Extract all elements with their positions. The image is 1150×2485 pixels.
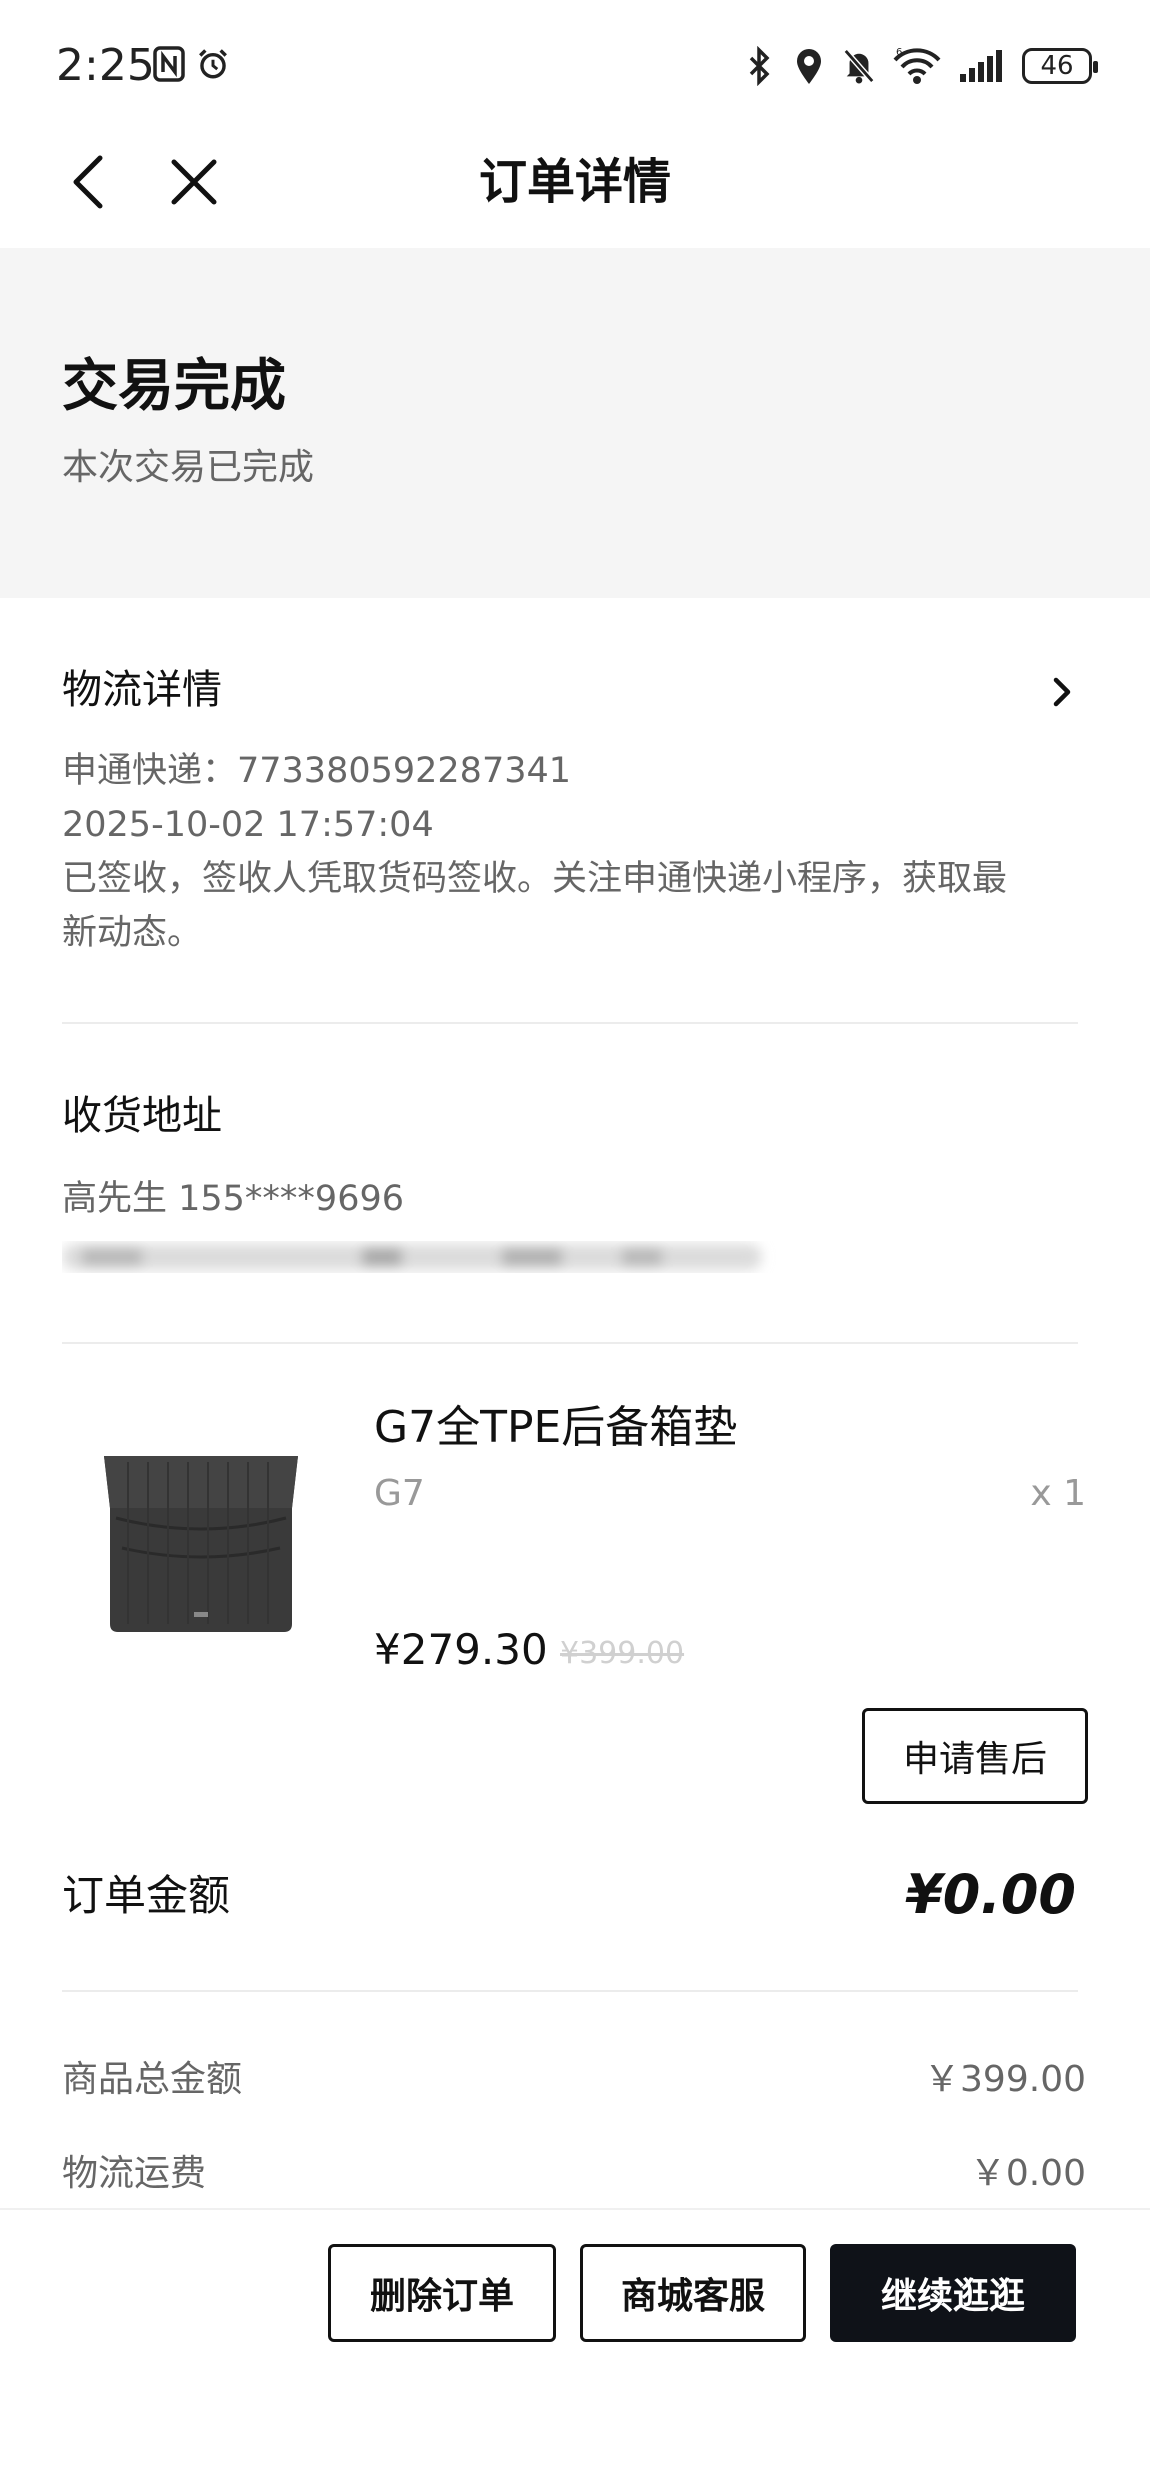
alarm-icon [196,44,230,84]
wifi-icon: 6 [892,46,942,86]
product-image[interactable] [98,1448,304,1638]
apply-aftersale-button[interactable]: 申请售后 [862,1708,1088,1804]
location-icon [792,46,826,86]
status-left-icons [152,44,230,84]
bluetooth-icon [742,46,776,86]
divider [62,1990,1078,1992]
shipping-fee-value: ￥0.00 [969,2153,1086,2194]
status-right-icons: 6 46 [742,40,1098,92]
divider [62,1022,1078,1024]
chevron-right-icon[interactable] [1048,674,1076,710]
logistics-title: 物流详情 [62,667,222,713]
goods-total-value: ￥399.00 [924,2059,1086,2100]
address-contact: 高先生 155****9696 [62,1179,405,1219]
product-price: ¥279.30 [374,1625,548,1674]
logistics-message-line1: 已签收，签收人凭取货码签收。关注申通快递小程序，获取最 [62,859,1008,899]
shipping-fee-label: 物流运费 [62,2153,207,2194]
logistics-time: 2025-10-02 17:57:04 [62,805,434,845]
order-status-title: 交易完成 [62,354,286,419]
logistics-carrier: 申通快递：773380592287341 [62,751,572,791]
logistics-message-line2: 新动态。 [62,913,203,953]
order-status-subtitle: 本次交易已完成 [62,447,315,488]
product-quantity: x 1 [1030,1473,1086,1514]
mute-icon [842,46,876,86]
product-variant: G7 [374,1473,425,1514]
svg-text:6: 6 [896,47,902,58]
delete-order-button[interactable]: 删除订单 [328,2244,556,2342]
address-title: 收货地址 [62,1093,222,1139]
order-amount-value: ¥0.00 [905,1863,1076,1926]
battery-indicator: 46 [1022,48,1098,84]
address-detail-blurred [62,1226,782,1284]
product-name[interactable]: G7全TPE后备箱垫 [374,1398,737,1458]
order-status-banner [0,248,1150,598]
nfc-icon [152,44,186,84]
divider [62,1342,1078,1344]
page-title: 订单详情 [478,154,671,210]
product-original-price: ¥399.00 [560,1636,685,1671]
status-time: 2:25 [56,40,155,91]
goods-total-label: 商品总金额 [62,2059,243,2100]
customer-service-button[interactable]: 商城客服 [580,2244,806,2342]
signal-icon [958,46,1006,86]
order-amount-label: 订单金额 [62,1871,231,1920]
continue-shopping-button[interactable]: 继续逛逛 [830,2244,1076,2342]
